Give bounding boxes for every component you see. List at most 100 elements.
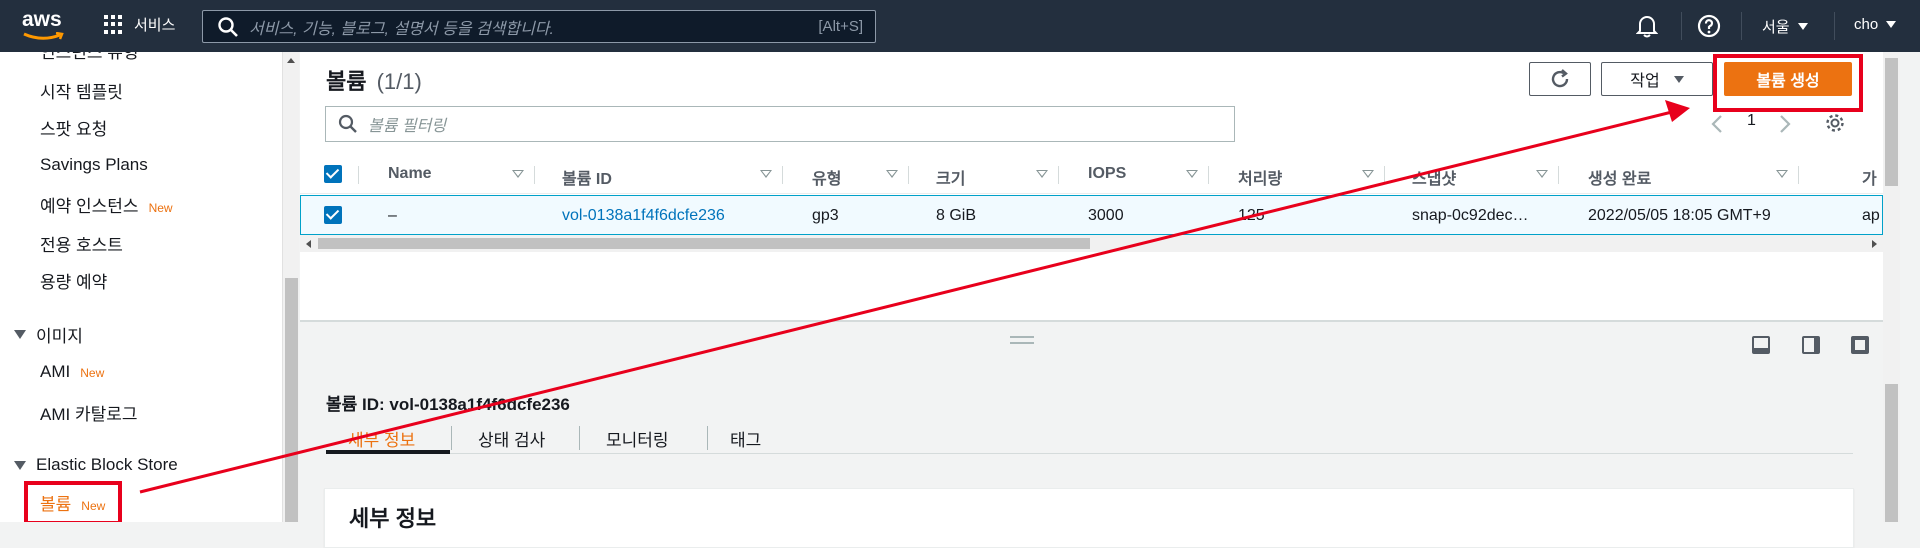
layout-full-icon[interactable] — [1851, 336, 1869, 354]
gear-icon[interactable] — [1824, 112, 1846, 134]
column-header-size[interactable]: 크기 — [936, 165, 965, 189]
active-tab-underline — [326, 450, 450, 454]
sidebar-item-label: Savings Plans — [40, 155, 148, 174]
sidebar-item-label: 인스턴스 유형 — [40, 52, 139, 62]
expand-triangle-icon — [14, 330, 26, 339]
scroll-up-icon[interactable] — [287, 58, 295, 63]
tab-tags[interactable]: 태그 — [730, 426, 761, 451]
volumes-count: (1/1) — [376, 69, 422, 94]
new-badge: New — [148, 201, 173, 215]
sort-icon[interactable] — [886, 170, 898, 178]
sidebar-item-label: 시작 템플릿 — [40, 83, 123, 102]
column-divider — [1058, 166, 1059, 184]
services-menu-button[interactable]: 서비스 — [104, 14, 175, 35]
global-search-input[interactable]: 서비스, 기능, 블로그, 설명서 등을 검색합니다. [Alt+S] — [202, 10, 876, 43]
page-number[interactable]: 1 — [1747, 112, 1756, 130]
help-icon[interactable] — [1697, 14, 1721, 38]
cell-volume-id-link[interactable]: vol-0138a1f4f6dcfe236 — [562, 207, 725, 225]
sidebar-item-dedicated-hosts[interactable]: 전용 호스트 — [40, 231, 123, 256]
chevron-right-icon[interactable] — [1778, 114, 1792, 134]
sort-icon[interactable] — [1186, 170, 1198, 178]
sidebar-item-savings-plans[interactable]: Savings Plans — [40, 155, 148, 175]
column-header-volume-id[interactable]: 볼륨 ID — [562, 165, 612, 189]
row-checkbox[interactable] — [324, 206, 342, 224]
tab-status-checks[interactable]: 상태 검사 — [478, 426, 545, 451]
sidebar-item-reserved-instances[interactable]: 예약 인스턴스 New — [40, 192, 173, 217]
cell-size: 8 GiB — [936, 207, 977, 224]
search-icon — [218, 16, 238, 37]
sidebar-item-instance-types[interactable]: 인스턴스 유형 — [40, 52, 139, 63]
sidebar-section-ebs[interactable]: Elastic Block Store — [14, 455, 178, 475]
details-tabs: 세부 정보 상태 검사 모니터링 태그 — [326, 412, 1853, 454]
scrollbar-thumb[interactable] — [1885, 384, 1898, 522]
refresh-button[interactable] — [1529, 62, 1591, 96]
create-volume-label: 볼륨 생성 — [1756, 73, 1820, 90]
cell-throughput: 125 — [1238, 207, 1265, 224]
sort-icon[interactable] — [1362, 170, 1374, 178]
sort-icon[interactable] — [1776, 170, 1788, 178]
sort-icon[interactable] — [760, 170, 772, 178]
column-divider — [1208, 166, 1209, 184]
column-header-throughput[interactable]: 처리량 — [1238, 165, 1282, 189]
caret-down-icon — [1797, 23, 1808, 30]
sort-icon[interactable] — [512, 170, 524, 178]
column-header-snapshot[interactable]: 스냅샷 — [1412, 165, 1456, 189]
card-title: 세부 정보 — [349, 506, 437, 531]
column-header-name[interactable]: Name — [388, 165, 432, 183]
cell-availability-zone: ap — [1862, 207, 1880, 224]
new-badge: New — [80, 366, 105, 380]
sidebar-item-ami[interactable]: AMI New — [40, 362, 104, 382]
table-header: Name 볼륨 ID 유형 크기 IOPS 처리량 스냅샷 생성 완료 가 — [300, 154, 1883, 194]
select-all-checkbox[interactable] — [324, 165, 342, 183]
sidebar-section-images[interactable]: 이미지 — [14, 322, 83, 347]
sidebar-item-label: 용량 예약 — [40, 273, 108, 292]
sidebar-item-label: 볼륨 — [40, 495, 72, 514]
sidebar-item-spot-requests[interactable]: 스팟 요청 — [40, 115, 107, 140]
resize-handle-icon[interactable] — [1010, 336, 1034, 344]
tab-monitoring[interactable]: 모니터링 — [606, 426, 669, 451]
actions-button[interactable]: 작업 — [1601, 62, 1713, 96]
sidebar-item-launch-templates[interactable]: 시작 템플릿 — [40, 78, 123, 103]
sidebar-item-capacity-reservations[interactable]: 용량 예약 — [40, 268, 107, 293]
chevron-left-icon[interactable] — [1710, 114, 1724, 134]
column-header-az[interactable]: 가 — [1862, 165, 1877, 189]
table-vertical-scrollbar[interactable] — [1883, 52, 1900, 322]
table-horizontal-scrollbar[interactable] — [300, 235, 1883, 252]
sidebar-item-ami-catalog[interactable]: AMI 카탈로그 — [40, 400, 138, 425]
region-label: 서울 — [1762, 19, 1790, 36]
section-label: 이미지 — [36, 327, 83, 346]
sidebar-item-label: 스팟 요청 — [40, 120, 108, 139]
sidebar-scrollbar[interactable] — [282, 52, 299, 522]
column-header-type[interactable]: 유형 — [812, 165, 841, 189]
volume-filter-input[interactable]: 볼륨 필터링 — [325, 106, 1235, 142]
page-title: 볼륨 (1/1) — [326, 64, 422, 96]
sidebar-item-label: 전용 호스트 — [40, 236, 123, 255]
tab-separator — [451, 426, 452, 450]
column-header-iops[interactable]: IOPS — [1088, 165, 1126, 183]
layout-side-split-icon[interactable] — [1802, 336, 1820, 354]
bell-icon[interactable] — [1636, 14, 1658, 38]
search-shortcut: [Alt+S] — [818, 18, 863, 35]
account-menu[interactable]: cho — [1854, 16, 1897, 33]
topbar-separator — [1834, 12, 1835, 40]
scrollbar-thumb[interactable] — [318, 238, 1090, 249]
scroll-left-icon[interactable] — [306, 240, 311, 248]
layout-bottom-split-icon[interactable] — [1752, 336, 1770, 354]
column-header-created[interactable]: 생성 완료 — [1588, 165, 1651, 189]
main-content: 볼륨 (1/1) 작업 볼륨 생성 볼륨 필터링 1 Name 볼륨 ID 유형… — [300, 52, 1920, 548]
column-divider — [1558, 166, 1559, 184]
scrollbar-thumb[interactable] — [285, 278, 298, 522]
sidebar-item-volumes[interactable]: 볼륨 New — [40, 490, 105, 515]
cell-snapshot: snap-0c92dec… — [1412, 207, 1529, 224]
aws-logo[interactable]: aws — [22, 8, 72, 44]
region-selector[interactable]: 서울 — [1762, 16, 1808, 37]
details-vertical-scrollbar[interactable] — [1883, 322, 1900, 522]
scroll-right-icon[interactable] — [1872, 240, 1877, 248]
create-volume-button[interactable]: 볼륨 생성 — [1724, 62, 1852, 96]
sort-icon[interactable] — [1536, 170, 1548, 178]
tab-details[interactable]: 세부 정보 — [348, 426, 415, 451]
scrollbar-thumb[interactable] — [1885, 58, 1898, 186]
table-row[interactable]: – vol-0138a1f4f6dcfe236 gp3 8 GiB 3000 1… — [300, 195, 1883, 235]
cell-iops: 3000 — [1088, 207, 1124, 224]
sort-icon[interactable] — [1036, 170, 1048, 178]
